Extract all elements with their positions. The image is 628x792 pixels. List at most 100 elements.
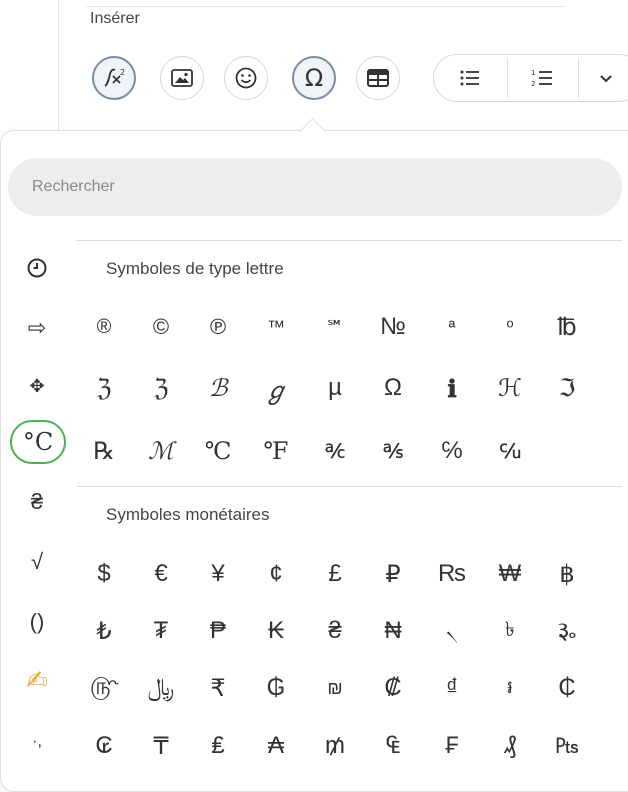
symbol-cell[interactable]: £ (308, 552, 362, 596)
symbol-cell[interactable]: ₫ (425, 666, 479, 710)
symbol-cell[interactable]: ℨ (134, 366, 188, 410)
symbol-cell[interactable]: ℠ (308, 305, 362, 349)
symbol-cell[interactable]: ₲ (249, 666, 303, 710)
symbol-cell[interactable]: ₩ (483, 552, 537, 596)
symbol-cell[interactable]: ₧ (540, 724, 594, 768)
section-title-currency: Symboles monétaires (106, 505, 270, 524)
category-punctuation-icon[interactable]: ·, (10, 720, 64, 764)
section-divider (76, 240, 622, 241)
symbol-cell[interactable]: $ (77, 552, 131, 596)
symbol-cell[interactable]: ℞ (77, 429, 131, 473)
chevron-down-icon (600, 75, 612, 83)
bullet-list-button[interactable] (440, 56, 500, 100)
section-divider (76, 486, 622, 487)
symbol-cell[interactable]: ₱ (191, 609, 245, 653)
numbered-list-icon: 1 2 (531, 69, 552, 88)
pill-divider (578, 58, 579, 98)
symbol-cell[interactable]: ℆ (483, 429, 537, 473)
symbol-cell[interactable]: ₢ (77, 724, 131, 768)
symbol-cell[interactable]: ₮ (134, 609, 188, 653)
category-math-icon[interactable]: √ (10, 540, 64, 584)
symbol-cell[interactable]: ℗ (191, 305, 245, 349)
symbol-cell[interactable]: ₽ (366, 552, 420, 596)
symbol-cell[interactable]: ℹ (425, 366, 479, 410)
symbol-cell[interactable]: ฿ (540, 552, 594, 596)
category-arrows-icon[interactable]: ⇨ (10, 306, 64, 350)
symbol-cell[interactable]: ﷼ (134, 666, 188, 710)
symbol-cell[interactable]: ₳ (249, 724, 303, 768)
category-letterlike-icon[interactable]: °C (10, 420, 66, 464)
insert-equation-button[interactable]: 2 (92, 56, 136, 100)
search-input[interactable] (8, 158, 622, 216)
symbol-cell[interactable]: ¥ (191, 552, 245, 596)
symbol-cell[interactable]: © (134, 305, 188, 349)
symbol-cell[interactable]: ₡ (366, 666, 420, 710)
insert-emoji-button[interactable] (224, 56, 268, 100)
insert-image-button[interactable] (160, 56, 204, 100)
svg-text:1: 1 (531, 69, 535, 77)
symbol-cell[interactable]: ₵ (540, 666, 594, 710)
left-divider (58, 0, 59, 140)
symbol-cell[interactable]: ℨ (77, 366, 131, 410)
insert-table-button[interactable] (356, 56, 400, 100)
symbol-cell[interactable]: º (483, 305, 537, 349)
symbol-cell[interactable]: ៛ (483, 666, 537, 710)
symbol-cell[interactable]: ₨ (425, 552, 479, 596)
symbol-cell[interactable]: ℑ (540, 366, 594, 410)
symbol-cell[interactable]: № (366, 305, 420, 349)
svg-text:2: 2 (120, 68, 125, 77)
symbol-cell[interactable]: ₠ (366, 724, 420, 768)
symbol-cell[interactable]: ℊ (249, 366, 303, 410)
symbol-cell[interactable]: ℉ (249, 429, 303, 473)
category-shapes-icon[interactable]: ✥ (10, 364, 64, 408)
more-options-button[interactable] (584, 56, 628, 100)
smiley-icon (235, 67, 257, 89)
pill-divider (507, 58, 508, 98)
symbol-cell[interactable]: ℀ (308, 429, 362, 473)
symbol-cell[interactable]: ₪ (308, 666, 362, 710)
symbol-cell[interactable]: ℳ (134, 429, 188, 473)
svg-text:2: 2 (531, 80, 535, 88)
symbol-cell[interactable]: ℋ (483, 366, 537, 410)
symbol-cell[interactable]: ₭ (249, 609, 303, 653)
category-brackets-icon[interactable]: () (10, 600, 64, 644)
symbol-cell[interactable]: ₰ (483, 724, 537, 768)
clock-icon (27, 258, 47, 278)
category-handwriting-icon[interactable]: ✍ (10, 658, 64, 702)
insert-label: Insérer (90, 10, 140, 27)
image-icon (171, 69, 193, 87)
symbol-cell[interactable]: ₥ (308, 724, 362, 768)
category-currency-icon[interactable]: ₴ (10, 480, 64, 524)
symbol-cell[interactable]: ℔ (540, 305, 594, 349)
top-divider (86, 6, 566, 7)
insert-symbol-button[interactable]: Ω (292, 56, 336, 100)
symbol-cell[interactable]: Ω (366, 366, 420, 410)
symbol-cell[interactable]: ₴ (308, 609, 362, 653)
symbol-cell[interactable]: ℁ (366, 429, 420, 473)
symbol-cell[interactable]: ₸ (134, 724, 188, 768)
symbol-cell[interactable]: ℃ (191, 429, 245, 473)
symbol-cell[interactable]: ₣ (425, 724, 479, 768)
symbol-cell[interactable]: ௹ (77, 666, 131, 710)
category-recent-icon[interactable] (10, 246, 64, 290)
symbol-cell[interactable]: ₺ (77, 609, 131, 653)
symbol-cell[interactable]: € (134, 552, 188, 596)
equation-icon: 2 (104, 68, 125, 87)
symbol-cell[interactable]: µ (308, 366, 362, 410)
symbol-cell[interactable]: ₹ (191, 666, 245, 710)
symbol-cell[interactable]: ª (425, 305, 479, 349)
symbol-cell[interactable]: ℬ (191, 366, 245, 410)
symbol-cell[interactable]: ₤ (191, 724, 245, 768)
symbol-cell[interactable]: ℅ (425, 429, 479, 473)
numbered-list-button[interactable]: 1 2 (512, 56, 572, 100)
bullet-list-icon (460, 70, 479, 86)
section-title-letterlike: Symboles de type lettre (106, 259, 284, 278)
symbol-cell[interactable]: ৳ (483, 609, 537, 653)
symbol-cell[interactable]: ¢ (249, 552, 303, 596)
symbol-cell[interactable]: ® (77, 305, 131, 349)
symbol-cell[interactable]: ৲ (425, 609, 479, 653)
omega-icon: Ω (304, 64, 324, 92)
symbol-cell[interactable]: ₦ (366, 609, 420, 653)
symbol-cell[interactable]: ૱ (540, 609, 594, 653)
symbol-cell[interactable]: ™ (249, 305, 303, 349)
